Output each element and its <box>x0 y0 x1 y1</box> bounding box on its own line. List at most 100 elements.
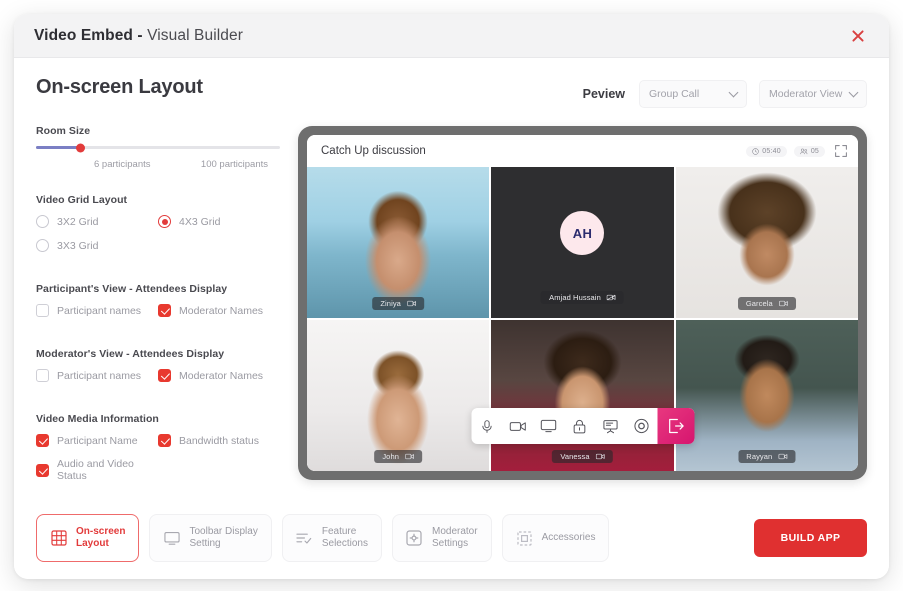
video-tile[interactable]: Garcela <box>676 167 858 318</box>
participant-name: Garcela <box>746 299 773 308</box>
participants-view-options: Participant names Moderator Names <box>36 304 280 328</box>
video-media-information-label: Video Media Information <box>36 413 280 425</box>
checkbox-label: Participant names <box>57 370 141 382</box>
radio-icon[interactable] <box>158 215 171 228</box>
participant-nametag: Amjad Hussain <box>541 291 624 304</box>
radio-option-3x3[interactable]: 3X3 Grid <box>36 239 158 252</box>
room-size-group: Room Size 6 participants 100 participant… <box>36 125 280 170</box>
tab-accessories[interactable]: Accessories <box>502 514 610 562</box>
participant-nametag: Garcela <box>738 297 796 310</box>
meeting-timer-value: 05:40 <box>762 148 781 155</box>
radio-icon[interactable] <box>36 215 49 228</box>
checkbox-bandwidth-status[interactable]: Bandwidth status <box>158 434 280 447</box>
video-tile[interactable]: Ziniya <box>307 167 489 318</box>
whiteboard-button[interactable] <box>595 408 626 444</box>
tab-label: Toolbar Display Setting <box>189 526 257 551</box>
participant-count-value: 05 <box>811 148 819 155</box>
radio-label: 3X2 Grid <box>57 216 98 228</box>
slider-max-label: 100 participants <box>201 159 268 170</box>
room-size-slider[interactable]: 6 participants 100 participants <box>36 146 280 170</box>
leave-call-button[interactable] <box>657 408 694 444</box>
view-mode-select[interactable]: Moderator View <box>759 80 867 108</box>
video-preview-frame: Catch Up discussion 05:40 <box>298 126 867 480</box>
video-preview-header: Catch Up discussion 05:40 <box>307 135 858 167</box>
radio-option-4x3[interactable]: 4X3 Grid <box>158 215 280 228</box>
tab-label: Moderator Settings <box>432 526 478 551</box>
record-button[interactable] <box>626 408 657 444</box>
meeting-timer-badge: 05:40 <box>746 146 787 157</box>
checkbox-label: Bandwidth status <box>179 435 259 447</box>
checkbox-moderator-names-mv[interactable]: Moderator Names <box>158 369 280 382</box>
build-app-button[interactable]: BUILD APP <box>754 519 867 557</box>
tab-label-line2: Layout <box>76 538 109 549</box>
checkbox-participant-name[interactable]: Participant Name <box>36 434 158 447</box>
participant-video-feed <box>491 320 673 471</box>
checkbox-participant-names-mv[interactable]: Participant names <box>36 369 158 382</box>
video-tile[interactable]: AH Amjad Hussain <box>491 167 673 318</box>
participant-nametag: Vanessa <box>552 450 612 463</box>
window-title-strong: Video Embed - <box>34 27 143 44</box>
expand-button[interactable] <box>834 144 848 158</box>
screen-share-button[interactable] <box>533 408 564 444</box>
slider-track[interactable] <box>36 146 280 149</box>
record-icon <box>634 418 650 434</box>
video-tile[interactable]: John <box>307 320 489 471</box>
radio-label: 4X3 Grid <box>179 216 220 228</box>
participant-name: Amjad Hussain <box>549 293 601 302</box>
video-grid-layout-label: Video Grid Layout <box>36 194 280 206</box>
slider-fill <box>36 146 80 149</box>
meeting-title: Catch Up discussion <box>321 145 739 157</box>
video-media-information-options: Participant Name Bandwidth status Audio … <box>36 434 280 493</box>
checkbox-icon[interactable] <box>158 434 171 447</box>
participant-name: Vanessa <box>560 452 589 461</box>
participant-nametag: Rayyan <box>738 450 795 463</box>
camera-button[interactable] <box>502 408 533 444</box>
slider-thumb[interactable] <box>76 143 85 152</box>
checkbox-icon[interactable] <box>36 434 49 447</box>
checkbox-audio-video-status[interactable]: Audio and Video Status <box>36 458 158 482</box>
visual-builder-window: Video Embed - Visual Builder On-screen L… <box>14 14 889 579</box>
microphone-icon <box>479 419 494 434</box>
tab-label-line1: Feature <box>322 526 356 537</box>
checkbox-icon[interactable] <box>158 304 171 317</box>
checkbox-icon[interactable] <box>36 304 49 317</box>
participant-nametag: John <box>374 450 422 463</box>
video-preview-screen: Catch Up discussion 05:40 <box>307 135 858 471</box>
clock-icon <box>752 148 759 155</box>
participant-video-feed <box>676 167 858 318</box>
preview-panel: Peview Group Call Moderator View Catch U… <box>288 76 867 497</box>
close-button[interactable] <box>845 23 871 49</box>
call-type-value: Group Call <box>649 88 730 100</box>
participant-name: John <box>382 452 399 461</box>
video-camera-icon <box>779 300 788 307</box>
tab-toolbar-display-setting[interactable]: Toolbar Display Setting <box>149 514 271 562</box>
tab-moderator-settings[interactable]: Moderator Settings <box>392 514 492 562</box>
video-tile[interactable]: Rayyan <box>676 320 858 471</box>
video-grid-layout-group: Video Grid Layout 3X2 Grid 4X3 Grid 3X3 … <box>36 194 280 263</box>
video-tile[interactable]: Vanessa <box>491 320 673 471</box>
preview-toolbar: Peview Group Call Moderator View <box>298 76 867 112</box>
tab-on-screen-layout[interactable]: On-screen Layout <box>36 514 139 562</box>
radio-option-3x2[interactable]: 3X2 Grid <box>36 215 158 228</box>
page-title: On-screen Layout <box>36 76 280 99</box>
people-icon <box>800 148 808 155</box>
tab-feature-selections[interactable]: Feature Selections <box>282 514 382 562</box>
checkbox-icon[interactable] <box>158 369 171 382</box>
settings-icon <box>406 530 423 547</box>
tab-label-line1: Accessories <box>542 532 596 543</box>
checkbox-icon[interactable] <box>36 464 49 477</box>
checkbox-moderator-names-pv[interactable]: Moderator Names <box>158 304 280 317</box>
checkbox-participant-names-pv[interactable]: Participant names <box>36 304 158 317</box>
window-title: Video Embed - Visual Builder <box>34 27 243 45</box>
whiteboard-icon <box>603 419 619 434</box>
slider-min-label: 6 participants <box>94 159 151 170</box>
lock-room-button[interactable] <box>564 408 595 444</box>
title-bar: Video Embed - Visual Builder <box>14 14 889 58</box>
chevron-down-icon <box>849 87 859 97</box>
call-type-select[interactable]: Group Call <box>639 80 747 108</box>
microphone-button[interactable] <box>471 408 502 444</box>
participant-name: Rayyan <box>746 452 772 461</box>
lock-icon <box>573 419 587 434</box>
radio-icon[interactable] <box>36 239 49 252</box>
checkbox-icon[interactable] <box>36 369 49 382</box>
